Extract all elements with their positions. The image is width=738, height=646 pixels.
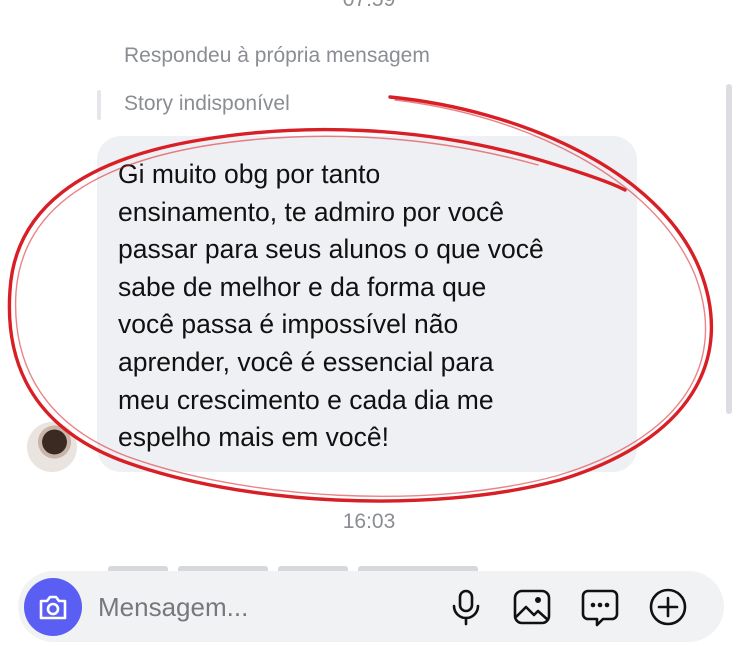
story-unavailable-label[interactable]: Story indisponível — [124, 92, 290, 116]
message-text: Gi muito obg por tanto ensinamento, te a… — [118, 159, 544, 453]
camera-button[interactable] — [24, 578, 82, 636]
chat-top-time: 07:59 — [0, 0, 738, 12]
reply-label: Respondeu à própria mensagem — [124, 44, 430, 67]
sticker-icon[interactable] — [580, 587, 620, 627]
message-bubble[interactable]: Gi muito obg por tanto ensinamento, te a… — [97, 136, 637, 472]
message-input[interactable] — [96, 583, 400, 631]
image-icon[interactable] — [512, 587, 552, 627]
plus-icon[interactable] — [648, 587, 688, 627]
composer-bar — [18, 571, 724, 642]
message-time: 16:03 — [342, 510, 396, 533]
camera-icon — [39, 595, 67, 620]
microphone-icon[interactable] — [446, 587, 486, 627]
quote-bar — [97, 90, 101, 120]
scroll-indicator[interactable] — [726, 84, 732, 414]
avatar[interactable] — [27, 422, 77, 472]
